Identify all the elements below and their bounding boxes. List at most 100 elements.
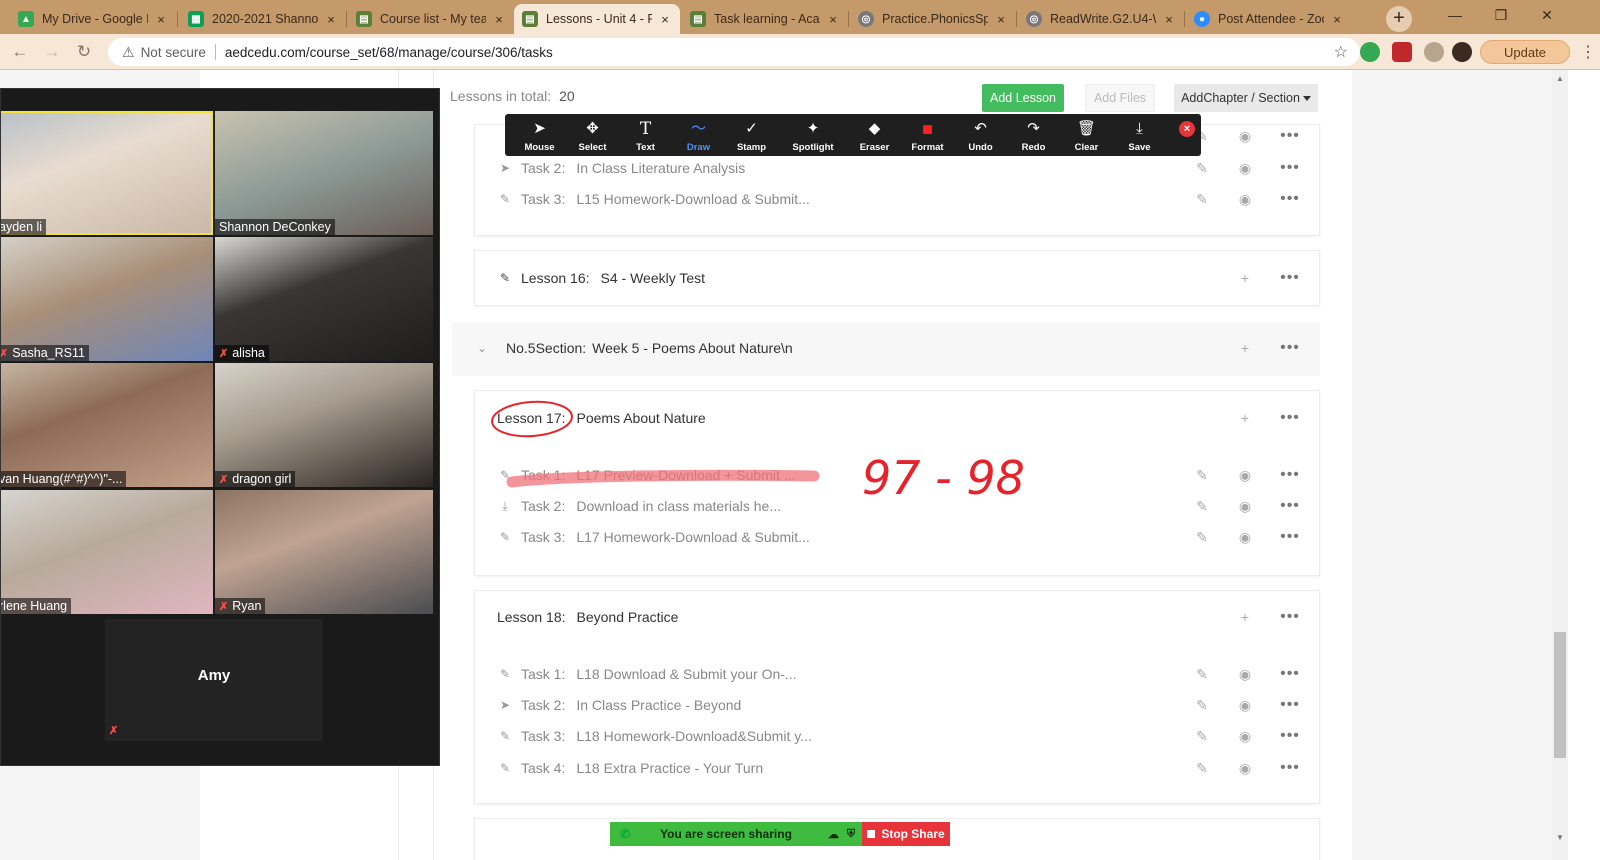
more-icon[interactable]: ••• [1278, 726, 1302, 746]
minimize-button[interactable]: — [1432, 0, 1478, 30]
edit-icon[interactable]: ✎ [1193, 695, 1211, 715]
extension-puzzle-icon[interactable] [1424, 42, 1444, 62]
eye-icon[interactable]: ◉ [1236, 496, 1254, 516]
edit-icon[interactable]: ✎ [1193, 758, 1211, 778]
browser-menu-icon[interactable]: ⋮ [1580, 42, 1596, 62]
more-icon[interactable]: ••• [1278, 607, 1302, 627]
task-row[interactable]: ➤ Task 2: In Class Literature Analysis [497, 156, 745, 180]
plus-icon[interactable]: + [1236, 338, 1254, 358]
tool-eraser[interactable]: ◆ Eraser [848, 114, 901, 156]
plus-icon[interactable]: + [1236, 408, 1254, 428]
stop-share-button[interactable]: Stop Share [862, 822, 950, 846]
avatar[interactable] [1452, 42, 1472, 62]
chevron-down-icon[interactable]: ⌄ [476, 341, 488, 355]
more-icon[interactable]: ••• [1278, 158, 1302, 178]
eye-icon[interactable]: ◉ [1236, 664, 1254, 684]
task-row[interactable]: ✎ Task 3: L18 Homework-Download&Submit y… [497, 724, 812, 748]
close-icon[interactable]: × [492, 12, 506, 27]
add-files-button[interactable]: Add Files [1085, 84, 1155, 112]
restore-button[interactable]: ❐ [1478, 0, 1524, 30]
task-row[interactable]: ✎ Task 3: L15 Homework-Download & Submit… [497, 187, 810, 211]
tool-save[interactable]: ⤓ Save [1113, 114, 1166, 156]
tab-task-learning[interactable]: ▤ Task learning - Acad × [682, 4, 848, 34]
task-row[interactable]: ✎ Task 4: L18 Extra Practice - Your Turn [497, 756, 763, 780]
close-icon[interactable]: × [154, 12, 168, 27]
reload-icon[interactable]: ↻ [72, 40, 96, 64]
task-row[interactable]: ➤ Task 2: In Class Practice - Beyond [497, 693, 741, 717]
sharing-indicator[interactable]: ✆ You are screen sharing ☁ ⛨ [610, 822, 862, 846]
tab-zoom[interactable]: ● Post Attendee - Zoo × [1186, 4, 1352, 34]
eye-icon[interactable]: ◉ [1236, 465, 1254, 485]
eye-icon[interactable]: ◉ [1236, 189, 1254, 209]
participant-tile[interactable]: ayden li [1, 111, 213, 235]
more-icon[interactable]: ••• [1278, 408, 1302, 428]
close-icon[interactable]: × [1162, 12, 1176, 27]
more-icon[interactable]: ••• [1278, 664, 1302, 684]
tool-mouse[interactable]: ➤ Mouse [513, 114, 566, 156]
tool-spotlight[interactable]: ✦ Spotlight [778, 114, 848, 156]
close-annotation-icon[interactable]: × [1179, 121, 1195, 137]
scroll-down-icon[interactable]: ▼ [1556, 833, 1564, 842]
eye-icon[interactable]: ◉ [1236, 695, 1254, 715]
eye-icon[interactable]: ◉ [1236, 126, 1254, 146]
more-icon[interactable]: ••• [1278, 496, 1302, 516]
plus-icon[interactable]: + [1236, 268, 1254, 288]
update-button[interactable]: Update [1480, 40, 1570, 64]
close-icon[interactable]: × [826, 12, 840, 27]
edit-icon[interactable]: ✎ [1193, 527, 1211, 547]
more-icon[interactable]: ••• [1278, 268, 1302, 288]
lesson-row-17[interactable]: Lesson 17: Poems About Nature [497, 406, 706, 430]
add-chapter-button[interactable]: AddChapter / Section [1174, 84, 1318, 112]
tab-my-drive[interactable]: ▲ My Drive - Google D × [10, 4, 176, 34]
more-icon[interactable]: ••• [1278, 527, 1302, 547]
more-icon[interactable]: ••• [1278, 126, 1302, 146]
participant-tile[interactable]: ✗ alisha [215, 237, 433, 361]
more-icon[interactable]: ••• [1278, 465, 1302, 485]
more-icon[interactable]: ••• [1278, 338, 1302, 358]
tool-stamp[interactable]: ✓ Stamp [725, 114, 778, 156]
forward-arrow-icon[interactable]: → [40, 40, 64, 64]
edit-icon[interactable]: ✎ [1193, 664, 1211, 684]
tool-undo[interactable]: ↶ Undo [954, 114, 1007, 156]
tool-draw[interactable]: 〜 Draw [672, 114, 725, 156]
participant-tile[interactable]: rlene Huang [1, 490, 213, 614]
more-icon[interactable]: ••• [1278, 189, 1302, 209]
tool-format[interactable]: ■ Format [901, 114, 954, 156]
add-lesson-button[interactable]: Add Lesson [982, 84, 1064, 112]
lesson-row-18[interactable]: Lesson 18: Beyond Practice [497, 605, 678, 629]
extension-ublock-icon[interactable] [1392, 42, 1412, 62]
new-tab-button[interactable]: + [1386, 6, 1412, 32]
participant-tile[interactable]: ✗ dragon girl [215, 363, 433, 487]
tab-readwrite[interactable]: ◎ ReadWrite.G2.U4-W × [1018, 4, 1184, 34]
tab-sheets[interactable]: ▦ 2020-2021 Shannon × [180, 4, 346, 34]
plus-icon[interactable]: + [1236, 607, 1254, 627]
scroll-thumb[interactable] [1554, 632, 1566, 758]
bookmark-star-icon[interactable]: ☆ [1334, 42, 1348, 62]
participant-tile-amy[interactable]: Amy ✗ [105, 619, 323, 741]
close-icon[interactable]: × [658, 12, 672, 27]
eye-icon[interactable]: ◉ [1236, 527, 1254, 547]
tab-lessons[interactable]: ▤ Lessons - Unit 4 - P × [514, 4, 680, 34]
eye-icon[interactable]: ◉ [1236, 158, 1254, 178]
edit-icon[interactable]: ✎ [1193, 158, 1211, 178]
participant-tile[interactable]: ✗ Ryan [215, 490, 433, 614]
tool-select[interactable]: ✥ Select [566, 114, 619, 156]
tab-phonics[interactable]: ◎ Practice.PhonicsSpe × [850, 4, 1016, 34]
window-close-button[interactable]: ✕ [1524, 0, 1570, 30]
eye-icon[interactable]: ◉ [1236, 758, 1254, 778]
tool-redo[interactable]: ↷ Redo [1007, 114, 1060, 156]
task-row[interactable]: ⤓ Task 2: Download in class materials he… [497, 494, 781, 518]
close-icon[interactable]: × [1330, 12, 1344, 27]
task-row[interactable]: ✎ Task 1: L18 Download & Submit your On-… [497, 662, 797, 686]
lesson-row-16[interactable]: ✎ Lesson 16: S4 - Weekly Test [497, 266, 705, 290]
scroll-up-icon[interactable]: ▲ [1556, 74, 1564, 83]
edit-icon[interactable]: ✎ [1193, 726, 1211, 746]
close-icon[interactable]: × [324, 12, 338, 27]
tool-clear[interactable]: 🗑 Clear [1060, 114, 1113, 156]
edit-icon[interactable]: ✎ [1193, 465, 1211, 485]
participant-tile[interactable]: van Huang(#^#)^^)"-... [1, 363, 213, 487]
extension-green-icon[interactable] [1360, 42, 1380, 62]
eye-icon[interactable]: ◉ [1236, 726, 1254, 746]
edit-icon[interactable]: ✎ [1193, 496, 1211, 516]
tool-text[interactable]: T Text [619, 114, 672, 156]
